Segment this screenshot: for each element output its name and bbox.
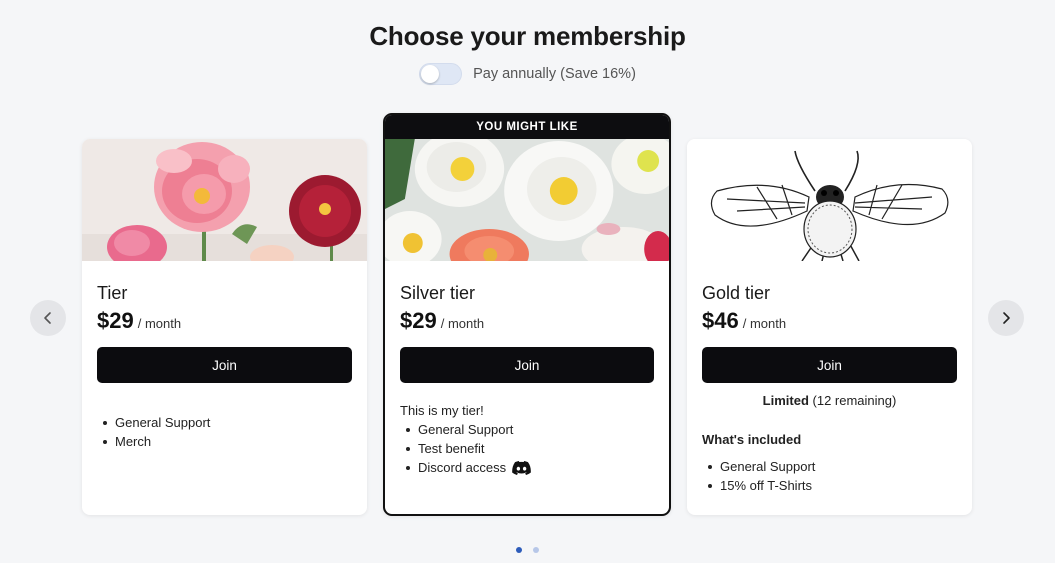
page-title: Choose your membership [369, 21, 686, 51]
price-row: $46 / month [702, 308, 957, 334]
list-item: Merch [97, 432, 352, 451]
price-period: / month [440, 316, 485, 331]
list-item: 15% off T-Shirts [702, 476, 957, 495]
tier-image-pink-flowers [82, 139, 367, 261]
list-item: General Support [400, 420, 654, 439]
tier-image-bee-illustration [687, 139, 972, 261]
benefit-text: General Support [418, 422, 514, 437]
list-item: Discord access [400, 458, 654, 477]
membership-page: Choose your membership Pay annually (Sav… [0, 0, 1055, 563]
discord-icon [512, 460, 531, 475]
limited-label: Limited [762, 393, 809, 408]
tier-price: $46 [702, 308, 739, 333]
price-period: / month [137, 316, 182, 331]
price-period: / month [742, 316, 787, 331]
join-button[interactable]: Join [702, 347, 957, 383]
list-item: General Support [702, 457, 957, 476]
list-item: Test benefit [400, 439, 654, 458]
toggle-knob [421, 65, 440, 83]
gold-tier-card: Gold tier $46 / month Join Limited (12 r… [687, 139, 972, 515]
tier-name: Silver tier [400, 283, 476, 303]
pay-annually-label: Pay annually (Save 16%) [473, 66, 636, 82]
tier-price: $29 [400, 308, 437, 333]
benefit-text: Test benefit [418, 441, 485, 456]
price-row: $29 / month [97, 308, 352, 334]
limited-availability: Limited (12 remaining) [702, 393, 957, 408]
carousel-next-button[interactable] [988, 300, 1024, 336]
chevron-right-icon [1003, 312, 1010, 324]
recommended-ribbon: YOU MIGHT LIKE [385, 115, 669, 139]
pagination-dot-1[interactable] [516, 547, 522, 553]
tier-card: Tier $29 / month Join General Support Me… [82, 139, 367, 515]
silver-tier-card: YOU MIGHT LIKE Silver tier $29 / month J… [383, 113, 671, 516]
benefit-text: Discord access [418, 460, 507, 475]
benefits-list: General Support 15% off T-Shirts [702, 457, 957, 495]
benefits-list: General Support Merch [97, 413, 352, 451]
tier-description: This is my tier! [400, 403, 484, 418]
join-button[interactable]: Join [97, 347, 352, 383]
tier-price: $29 [97, 308, 134, 333]
price-row: $29 / month [400, 308, 654, 334]
pagination-dot-2[interactable] [533, 547, 539, 553]
tier-name: Tier [97, 283, 128, 303]
carousel-pagination [0, 547, 1055, 553]
chevron-left-icon [44, 312, 51, 324]
tier-image-white-flowers [385, 139, 669, 261]
benefits-list: General Support Test benefit Discord acc… [400, 420, 654, 477]
list-item: General Support [97, 413, 352, 432]
billing-toggle-row: Pay annually (Save 16%) [0, 62, 1055, 86]
included-heading: What's included [702, 432, 802, 447]
join-button[interactable]: Join [400, 347, 654, 383]
limited-remaining: (12 remaining) [812, 393, 897, 408]
carousel-prev-button[interactable] [30, 300, 66, 336]
pay-annually-toggle[interactable] [419, 63, 463, 85]
tier-name: Gold tier [702, 283, 771, 303]
